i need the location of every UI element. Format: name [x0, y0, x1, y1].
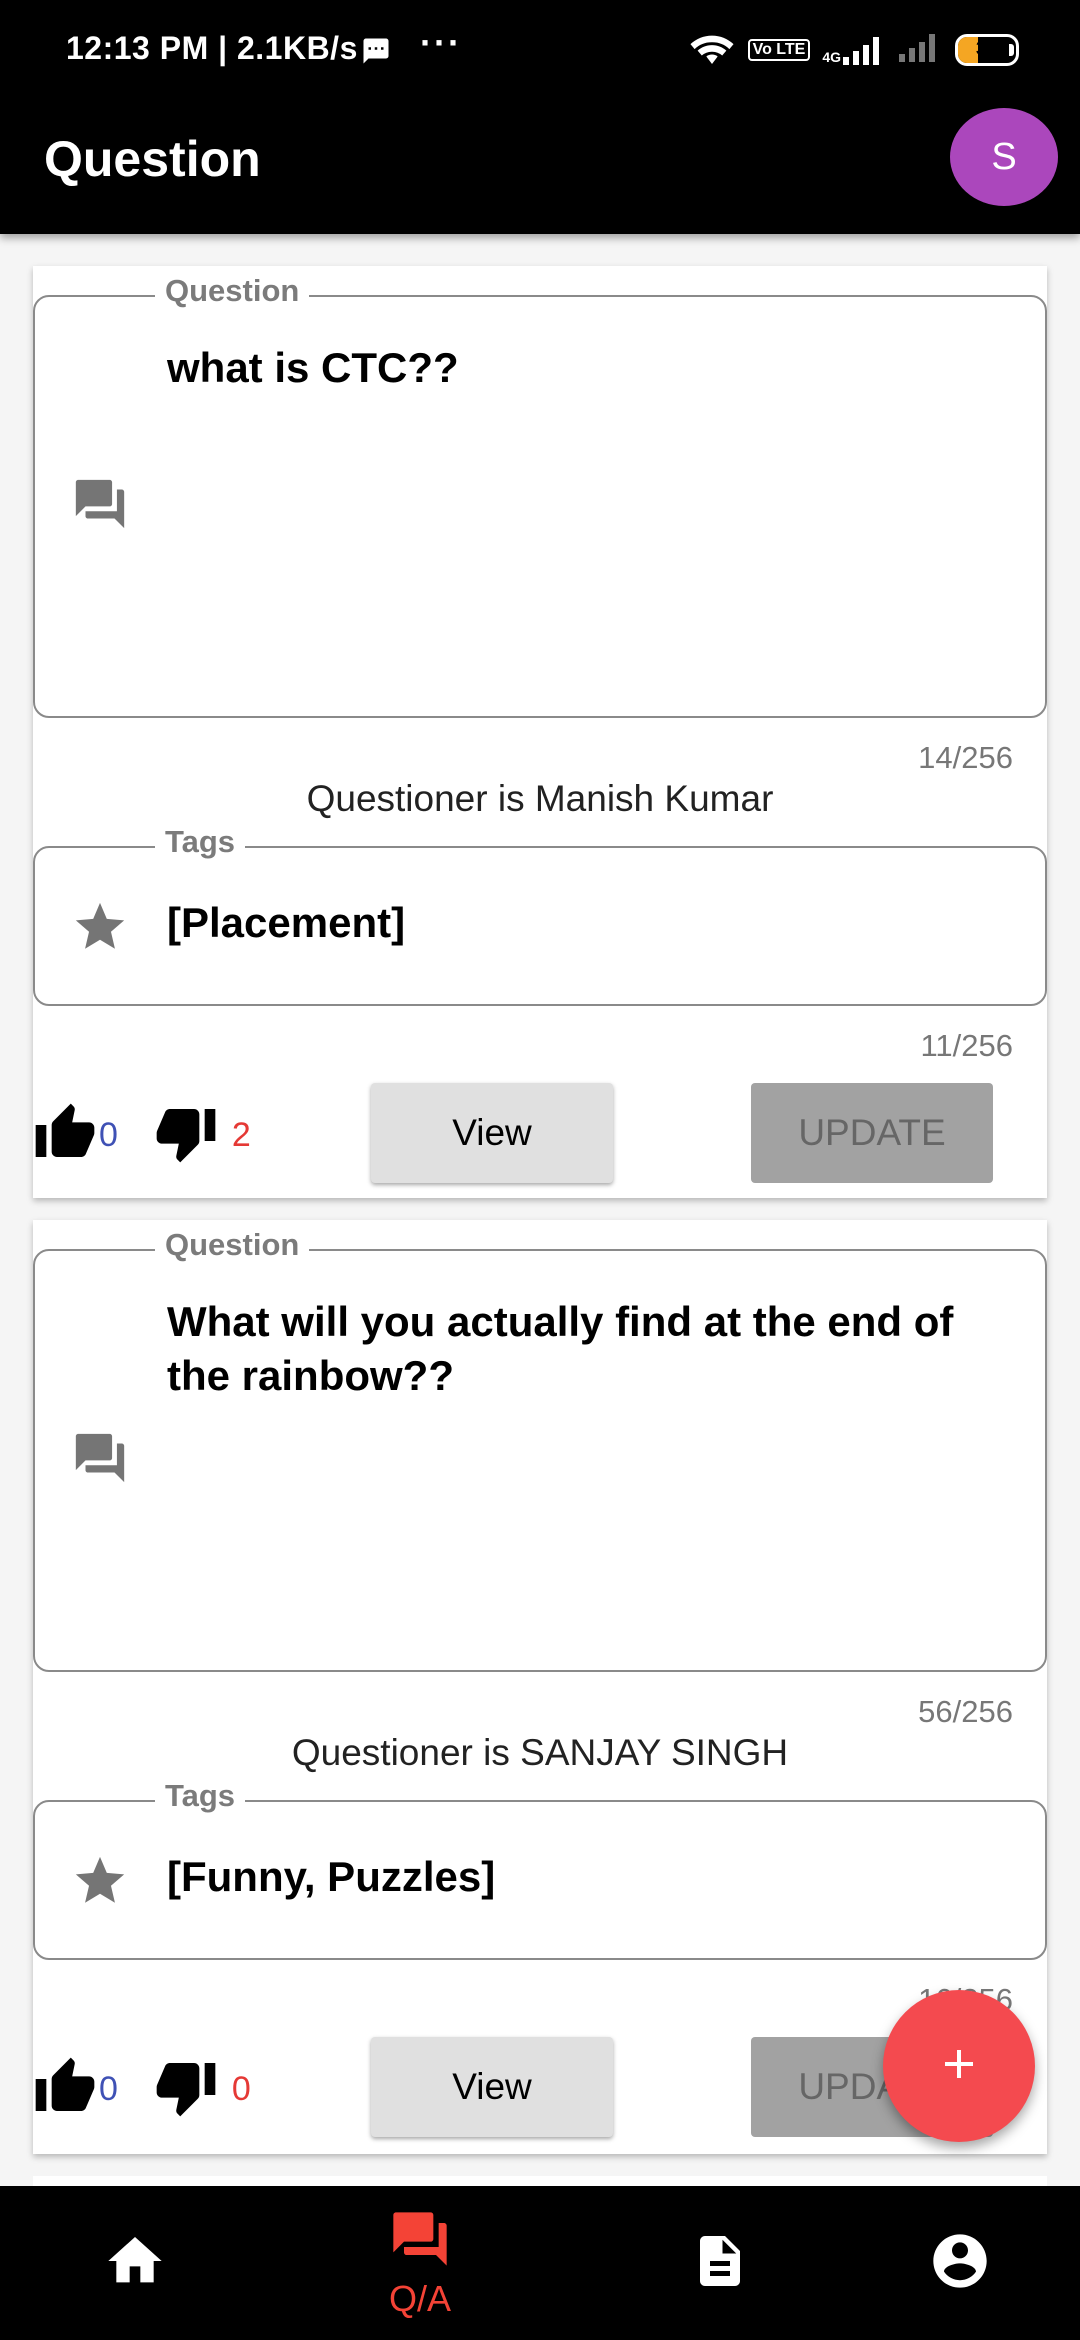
tags-char-counter: 11/256	[920, 1028, 1013, 1063]
view-button[interactable]: View	[371, 2037, 613, 2137]
signal-icon: 4G	[822, 35, 887, 65]
tags-field-label: Tags	[155, 824, 246, 860]
page-title: Question	[44, 131, 261, 187]
document-icon	[690, 2231, 750, 2296]
question-field[interactable]: Question what is CTC??	[33, 273, 1047, 718]
add-question-button[interactable]	[883, 1990, 1035, 2142]
status-time: 12:13 PM | 2.1KB/s	[66, 30, 358, 66]
wifi-icon	[688, 30, 736, 69]
forum-icon	[71, 475, 129, 538]
nav-item-qa[interactable]: Q/A	[285, 2186, 555, 2340]
card-actions: 0 2 View UPDATE	[33, 1083, 1047, 1183]
nav-item-label: Q/A	[388, 2277, 451, 2319]
battery-icon: 35	[955, 33, 1019, 66]
next-question-card	[33, 2176, 1047, 2186]
thumb-down-icon[interactable]	[154, 1101, 218, 1170]
tags-field-label: Tags	[155, 1778, 246, 1814]
nav-item-profile[interactable]	[825, 2186, 1080, 2340]
view-button[interactable]: View	[371, 1083, 613, 1183]
thumb-up-icon[interactable]	[33, 1101, 97, 1170]
star-icon	[71, 1852, 129, 1915]
tags-field[interactable]: Tags [Funny, Puzzles]	[33, 1778, 1047, 1960]
volte-badge: Vo LTE	[747, 38, 811, 61]
account-icon	[928, 2229, 992, 2298]
question-field-label: Question	[155, 273, 310, 309]
app-bar: Question S	[0, 96, 1080, 234]
question-field-label: Question	[155, 1227, 310, 1263]
star-icon	[71, 898, 129, 961]
question-char-counter: 14/256	[918, 740, 1013, 775]
avatar-initial: S	[991, 135, 1017, 178]
like-count: 0	[99, 2070, 118, 2108]
forum-icon	[388, 2207, 452, 2276]
dislike-count: 2	[231, 1116, 251, 1154]
dislike-count: 0	[231, 2070, 251, 2108]
plus-icon	[935, 2040, 983, 2093]
battery-level: 35	[975, 38, 999, 60]
tags-text: [Placement]	[167, 899, 406, 946]
question-text: What will you actually find at the end o…	[167, 1298, 954, 1399]
update-button[interactable]: UPDATE	[751, 1083, 993, 1183]
status-bar: 12:13 PM | 2.1KB/s ··· Vo LTE 4G 35	[0, 0, 1080, 96]
nav-item-documents[interactable]	[585, 2186, 855, 2340]
avatar[interactable]: S	[950, 108, 1058, 206]
more-notifications-icon: ···	[420, 22, 462, 63]
signal-no-service-icon	[899, 32, 943, 67]
questioner-name: Questioner is SANJAY SINGH	[291, 1732, 789, 1773]
thumb-down-icon[interactable]	[154, 2055, 218, 2124]
question-card: Question what is CTC?? 14/256 Questioner…	[33, 266, 1047, 1198]
tags-field[interactable]: Tags [Placement]	[33, 824, 1047, 1006]
questioner-name: Questioner is Manish Kumar	[306, 778, 774, 819]
tags-text: [Funny, Puzzles]	[167, 1853, 496, 1900]
question-text: what is CTC??	[167, 344, 459, 391]
nav-item-home[interactable]	[0, 2186, 270, 2340]
thumb-up-icon[interactable]	[33, 2055, 97, 2124]
question-card: Question What will you actually find at …	[33, 1220, 1047, 2154]
home-icon	[103, 2229, 167, 2298]
like-count: 0	[99, 1116, 118, 1154]
question-char-counter: 56/256	[918, 1694, 1013, 1729]
message-icon	[360, 36, 392, 71]
bottom-navigation: Q/A	[0, 2186, 1080, 2340]
question-field[interactable]: Question What will you actually find at …	[33, 1227, 1047, 1672]
forum-icon	[71, 1429, 129, 1492]
